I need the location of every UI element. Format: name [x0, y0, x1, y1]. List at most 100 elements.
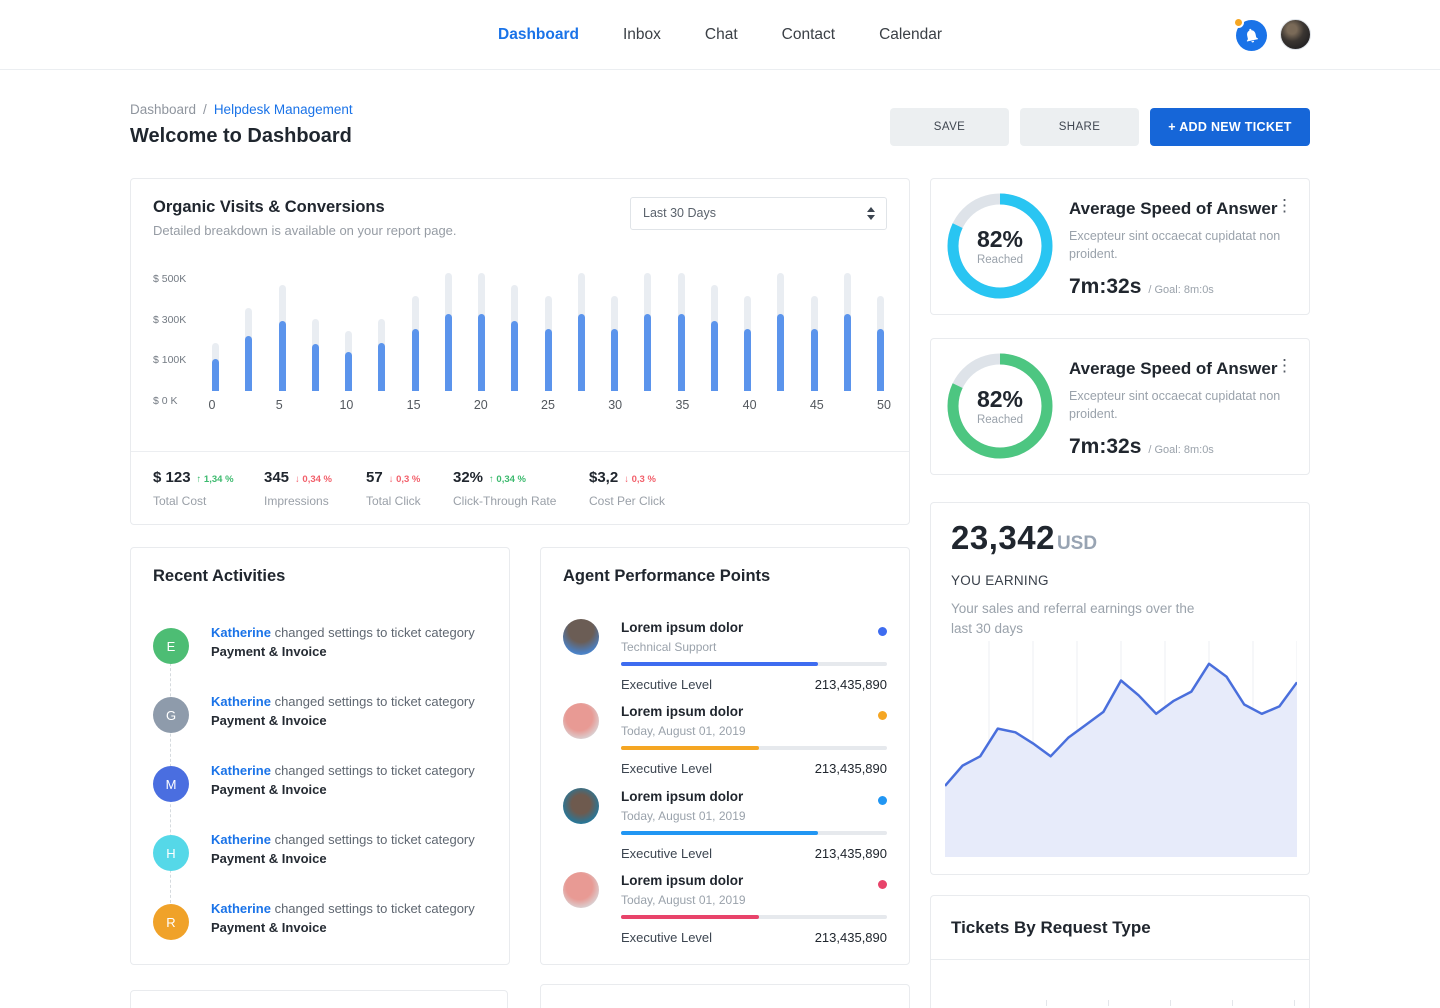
earnings-card: 23,342 USD YOU EARNING Your sales and re… — [930, 502, 1310, 875]
reached-label: Reached — [977, 414, 1023, 426]
agent-points-value: 213,435,890 — [815, 930, 887, 945]
agent-performance-card: Agent Performance Points Lorem ipsum dol… — [540, 547, 910, 965]
activity-text: Katherine changed settings to ticket cat… — [211, 762, 491, 800]
speed-card-description: Excepteur sint occaecat cupidatat non pr… — [1069, 387, 1284, 423]
agent-subtitle: Today, August 01, 2019 — [621, 809, 746, 823]
activity-user-link[interactable]: Katherine — [211, 832, 271, 847]
bar-value — [445, 314, 452, 391]
agent-status-dot — [878, 880, 887, 889]
stat-label: Total Click — [366, 494, 421, 508]
activity-action: changed settings to ticket category — [271, 832, 475, 847]
kebab-menu-icon[interactable]: ⋮ — [1276, 197, 1293, 214]
stat-label: Total Cost — [153, 494, 234, 508]
donut-chart: 82%Reached — [947, 193, 1053, 299]
agent-level-label: Executive Level — [621, 930, 712, 945]
y-tick-label: $ 500K — [153, 273, 186, 285]
tickets-card-title: Tickets By Request Type — [951, 918, 1151, 938]
nav-item-chat[interactable]: Chat — [705, 26, 738, 44]
stat-total-cost: $ 123↑ 1,34 % Total Cost — [153, 469, 234, 508]
kebab-menu-icon[interactable]: ⋮ — [1276, 357, 1293, 374]
tickets-by-request-type-card: Tickets By Request Type — [930, 895, 1310, 1008]
bar-value — [744, 329, 751, 391]
earnings-amount: 23,342 — [951, 519, 1055, 557]
partial-card-middle — [540, 984, 910, 1008]
agent-status-dot — [878, 796, 887, 805]
bar-value — [711, 321, 718, 391]
activity-user-link[interactable]: Katherine — [211, 625, 271, 640]
speed-card-title: Average Speed of Answer — [1069, 199, 1277, 219]
agent-avatar — [563, 788, 599, 824]
stat-cost-per-click: $3,2↓ 0,3 %Cost Per Click — [589, 469, 665, 508]
bar-value — [678, 314, 685, 391]
bar-chart-x-axis: 05101520253035404550 — [212, 398, 884, 414]
stat-label: Impressions — [264, 494, 332, 508]
activity-avatar: M — [153, 766, 189, 802]
nav-item-dashboard[interactable]: Dashboard — [498, 26, 579, 44]
agent-avatar — [563, 872, 599, 908]
bar-value — [611, 329, 618, 391]
axis-tick — [1232, 1000, 1233, 1006]
donut-center: 82%Reached — [947, 353, 1053, 459]
agent-points-value: 213,435,890 — [815, 846, 887, 861]
activity-user-link[interactable]: Katherine — [211, 763, 271, 778]
select-arrows-icon — [867, 207, 875, 220]
bar — [611, 271, 618, 391]
breadcrumb-separator: / — [203, 102, 207, 117]
activity-user-link[interactable]: Katherine — [211, 901, 271, 916]
user-avatar[interactable] — [1280, 19, 1311, 50]
activity-user-link[interactable]: Katherine — [211, 694, 271, 709]
activity-text: Katherine changed settings to ticket cat… — [211, 693, 491, 731]
bar — [711, 271, 718, 391]
stat-value-row: $ 123↑ 1,34 % — [153, 469, 234, 487]
breadcrumb: Dashboard / Helpdesk Management — [130, 102, 353, 117]
x-tick-label: 40 — [743, 398, 757, 412]
agent-level-label: Executive Level — [621, 677, 712, 692]
agent-name: Lorem ipsum dolor — [621, 789, 743, 804]
bar-value — [578, 314, 585, 391]
stat-value: 345 — [264, 469, 289, 486]
add-new-ticket-button[interactable]: + ADD NEW TICKET — [1150, 108, 1310, 146]
organic-visits-card: Organic Visits & Conversions Detailed br… — [130, 178, 910, 525]
activity-target: Payment & Invoice — [211, 850, 491, 869]
average-speed-card: 82%ReachedAverage Speed of Answer⋮Except… — [930, 338, 1310, 475]
bar-value — [245, 336, 252, 391]
x-tick-label: 50 — [877, 398, 891, 412]
agent-name: Lorem ipsum dolor — [621, 704, 743, 719]
bar — [777, 271, 784, 391]
x-tick-label: 25 — [541, 398, 555, 412]
breadcrumb-parent[interactable]: Dashboard — [130, 102, 196, 117]
agent-level-label: Executive Level — [621, 761, 712, 776]
average-speed-card: 82%ReachedAverage Speed of Answer⋮Except… — [930, 178, 1310, 315]
stat-value: 57 — [366, 469, 383, 486]
breadcrumb-current[interactable]: Helpdesk Management — [214, 102, 353, 117]
share-button[interactable]: SHARE — [1020, 108, 1139, 146]
activity-action: changed settings to ticket category — [271, 901, 475, 916]
stat-value-row: $3,2↓ 0,3 % — [589, 469, 665, 487]
nav-item-inbox[interactable]: Inbox — [623, 26, 661, 44]
bar — [345, 271, 352, 391]
bar-value — [279, 321, 286, 391]
notification-button[interactable] — [1236, 20, 1267, 51]
divider — [131, 451, 909, 452]
activity-avatar: H — [153, 835, 189, 871]
activity-target: Payment & Invoice — [211, 643, 491, 662]
bar-value — [212, 359, 219, 391]
nav-item-calendar[interactable]: Calendar — [879, 26, 942, 44]
notification-badge — [1233, 17, 1244, 28]
period-select[interactable]: Last 30 Days — [630, 197, 887, 230]
stat-value: $ 123 — [153, 469, 191, 486]
bar — [478, 271, 485, 391]
earnings-line-chart — [945, 641, 1297, 863]
axis-tick — [1046, 1000, 1047, 1006]
organic-card-subtitle: Detailed breakdown is available on your … — [153, 223, 457, 238]
agent-name: Lorem ipsum dolor — [621, 620, 743, 635]
nav-item-contact[interactable]: Contact — [782, 26, 835, 44]
axis-tick — [1108, 1000, 1109, 1006]
activity-action: changed settings to ticket category — [271, 625, 475, 640]
save-button[interactable]: SAVE — [890, 108, 1009, 146]
agent-progress-fill — [621, 662, 818, 666]
activity-text: Katherine changed settings to ticket cat… — [211, 831, 491, 869]
bar-value — [345, 352, 352, 391]
agent-progress-track — [621, 662, 887, 666]
y-tick-label: $ 0 K — [153, 395, 186, 407]
